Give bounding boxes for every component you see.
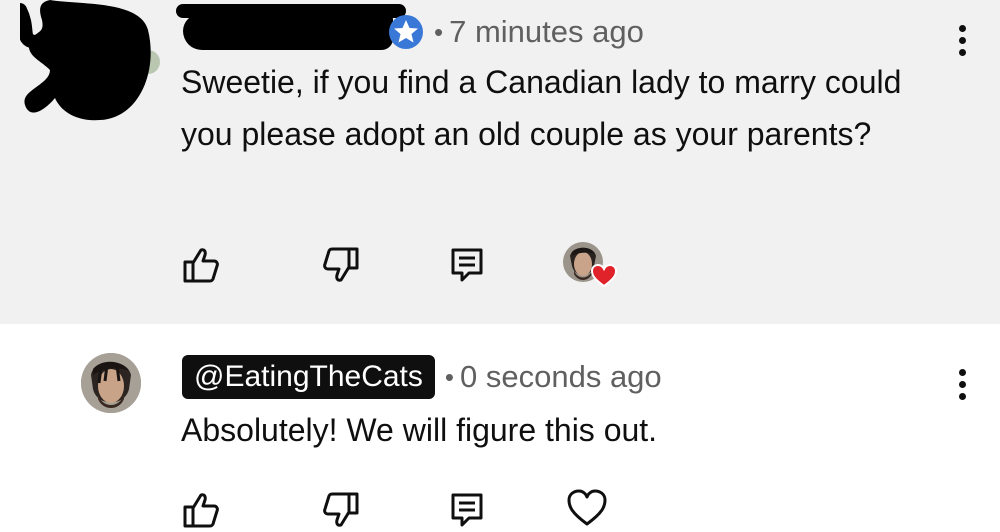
meta-separator: •: [444, 361, 455, 392]
comment-meta: • 7 minutes ago: [388, 12, 644, 52]
thumb-down-icon[interactable]: [321, 245, 361, 285]
comment-text: Sweetie, if you find a Canadian lady to …: [181, 64, 902, 152]
redaction-scribble: [13, 0, 160, 121]
heart-icon[interactable]: [566, 488, 608, 528]
thumb-down-icon[interactable]: [321, 490, 361, 530]
meta-separator: •: [434, 16, 444, 47]
avatar-image: [81, 353, 141, 413]
heart-icon: [591, 264, 617, 288]
comment-text: Absolutely! We will figure this out.: [181, 412, 658, 448]
author-name-redacted-stroke: [176, 4, 406, 18]
creator-heart: [563, 242, 617, 290]
reply-icon[interactable]: [447, 245, 487, 285]
avatar[interactable]: [81, 353, 141, 413]
comment-reply: @EatingTheCats • 0 seconds ago Absolutel…: [0, 324, 1000, 532]
comment-timestamp: 0 seconds ago: [460, 359, 662, 394]
author-name-redacted: [183, 14, 393, 50]
comment-highlighted: • 7 minutes ago Sweetie, if you find a C…: [0, 0, 1000, 324]
verified-star-badge-icon: [389, 15, 423, 49]
thumb-up-icon[interactable]: [181, 490, 221, 530]
author-handle[interactable]: @EatingTheCats: [182, 355, 435, 399]
more-vert-icon[interactable]: [956, 369, 968, 405]
thumb-up-icon[interactable]: [181, 245, 221, 285]
comment-meta: @EatingTheCats • 0 seconds ago: [182, 354, 662, 400]
avatar-redacted[interactable]: [13, 0, 160, 121]
comment-timestamp: 7 minutes ago: [449, 14, 644, 49]
reply-icon[interactable]: [447, 490, 487, 530]
more-vert-icon[interactable]: [956, 25, 968, 61]
